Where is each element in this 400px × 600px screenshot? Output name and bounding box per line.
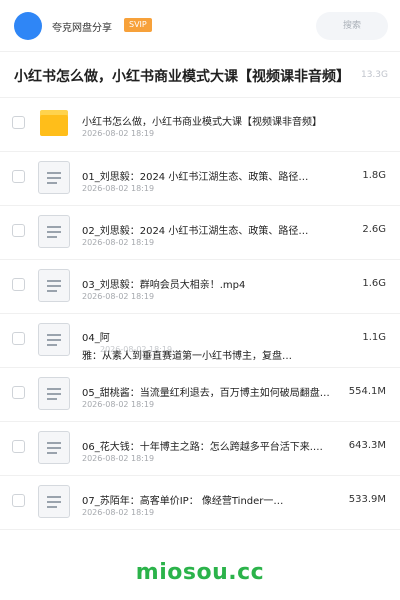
title-row: 小红书怎么做，小红书商业模式大课【视频课非音频】 13.3G bbox=[0, 52, 400, 98]
folder-icon bbox=[40, 110, 68, 136]
file-name-line1: 04_阿 bbox=[82, 333, 110, 344]
file-icon bbox=[38, 161, 70, 194]
file-date: 2026-08-02 18:19 bbox=[82, 238, 155, 247]
list-item[interactable]: 05_甜桃酱：当流量红利退去，百万博主如何破局翻盘… 2026-08-02 18… bbox=[0, 368, 400, 422]
row-checkbox[interactable] bbox=[12, 170, 25, 183]
file-size: 1.1G bbox=[362, 332, 386, 343]
list-item[interactable]: 01_刘思毅：2024 小红书江湖生态、政策、路径… 2026-08-02 18… bbox=[0, 152, 400, 206]
file-date: 2026-08-02 18:19 bbox=[82, 129, 155, 138]
row-checkbox[interactable] bbox=[12, 224, 25, 237]
row-checkbox[interactable] bbox=[12, 278, 25, 291]
file-icon bbox=[38, 215, 70, 248]
total-size: 13.3G bbox=[360, 70, 388, 80]
file-name: 06_花大钱：十年博主之路：怎么跨越多平台活下来.… bbox=[82, 442, 323, 453]
file-icon bbox=[38, 431, 70, 464]
file-name: 小红书怎么做，小红书商业模式大课【视频课非音频】 bbox=[82, 117, 322, 128]
list-item[interactable]: 02_刘思毅：2024 小红书江湖生态、政策、路径… 2026-08-02 18… bbox=[0, 206, 400, 260]
avatar[interactable] bbox=[14, 12, 42, 40]
svip-badge: SVIP bbox=[124, 18, 152, 32]
row-checkbox[interactable] bbox=[12, 116, 25, 129]
file-size: 533.9M bbox=[348, 494, 386, 505]
search-input[interactable] bbox=[316, 12, 388, 40]
brand-name: 夸克网盘分享 bbox=[52, 23, 112, 34]
file-name: 02_刘思毅：2024 小红书江湖生态、政策、路径… bbox=[82, 226, 309, 237]
file-icon bbox=[38, 323, 70, 356]
file-size: 2.6G bbox=[362, 224, 386, 235]
header-bar: 夸克网盘分享 SVIP bbox=[0, 0, 400, 52]
file-size: 554.1M bbox=[348, 386, 386, 397]
list-item[interactable]: 03_刘思毅：群响会员大相亲！.mp4 2026-08-02 18:19 1.6… bbox=[0, 260, 400, 314]
list-item[interactable]: 06_花大钱：十年博主之路：怎么跨越多平台活下来.… 2026-08-02 18… bbox=[0, 422, 400, 476]
row-checkbox[interactable] bbox=[12, 440, 25, 453]
list-item[interactable]: 04_阿 2026-08-02 18:19 雅：从素人到垂直赛道第一小红书博主，… bbox=[0, 314, 400, 368]
page-title: 小红书怎么做，小红书商业模式大课【视频课非音频】 bbox=[14, 69, 350, 85]
file-icon bbox=[38, 269, 70, 302]
file-icon bbox=[38, 485, 70, 518]
file-name: 03_刘思毅：群响会员大相亲！.mp4 bbox=[82, 280, 246, 291]
file-size: 1.6G bbox=[362, 278, 386, 289]
file-name: 05_甜桃酱：当流量红利退去，百万博主如何破局翻盘… bbox=[82, 388, 330, 399]
file-date: 2026-08-02 18:19 bbox=[82, 454, 155, 463]
watermark: miosou.cc bbox=[135, 560, 265, 585]
file-size: 643.3M bbox=[348, 440, 386, 451]
file-name: 07_苏陌年：高客单价IP： 像经营Tinder一… bbox=[82, 496, 284, 507]
row-checkbox[interactable] bbox=[12, 386, 25, 399]
row-checkbox[interactable] bbox=[12, 332, 25, 345]
file-size: 1.8G bbox=[362, 170, 386, 181]
file-name: 01_刘思毅：2024 小红书江湖生态、政策、路径… bbox=[82, 172, 309, 183]
list-item[interactable]: 07_苏陌年：高客单价IP： 像经营Tinder一… 2026-08-02 18… bbox=[0, 476, 400, 530]
file-date: 2026-08-02 18:19 bbox=[82, 508, 155, 517]
file-date: 2026-08-02 18:19 bbox=[82, 400, 155, 409]
file-date: 2026-08-02 18:19 bbox=[82, 184, 155, 193]
file-name-line2: 雅：从素人到垂直赛道第一小红书博主，复盘… bbox=[82, 351, 292, 362]
list-item[interactable]: 小红书怎么做，小红书商业模式大课【视频课非音频】 2026-08-02 18:1… bbox=[0, 98, 400, 152]
file-date: 2026-08-02 18:19 bbox=[82, 292, 155, 301]
file-icon bbox=[38, 377, 70, 410]
row-checkbox[interactable] bbox=[12, 494, 25, 507]
